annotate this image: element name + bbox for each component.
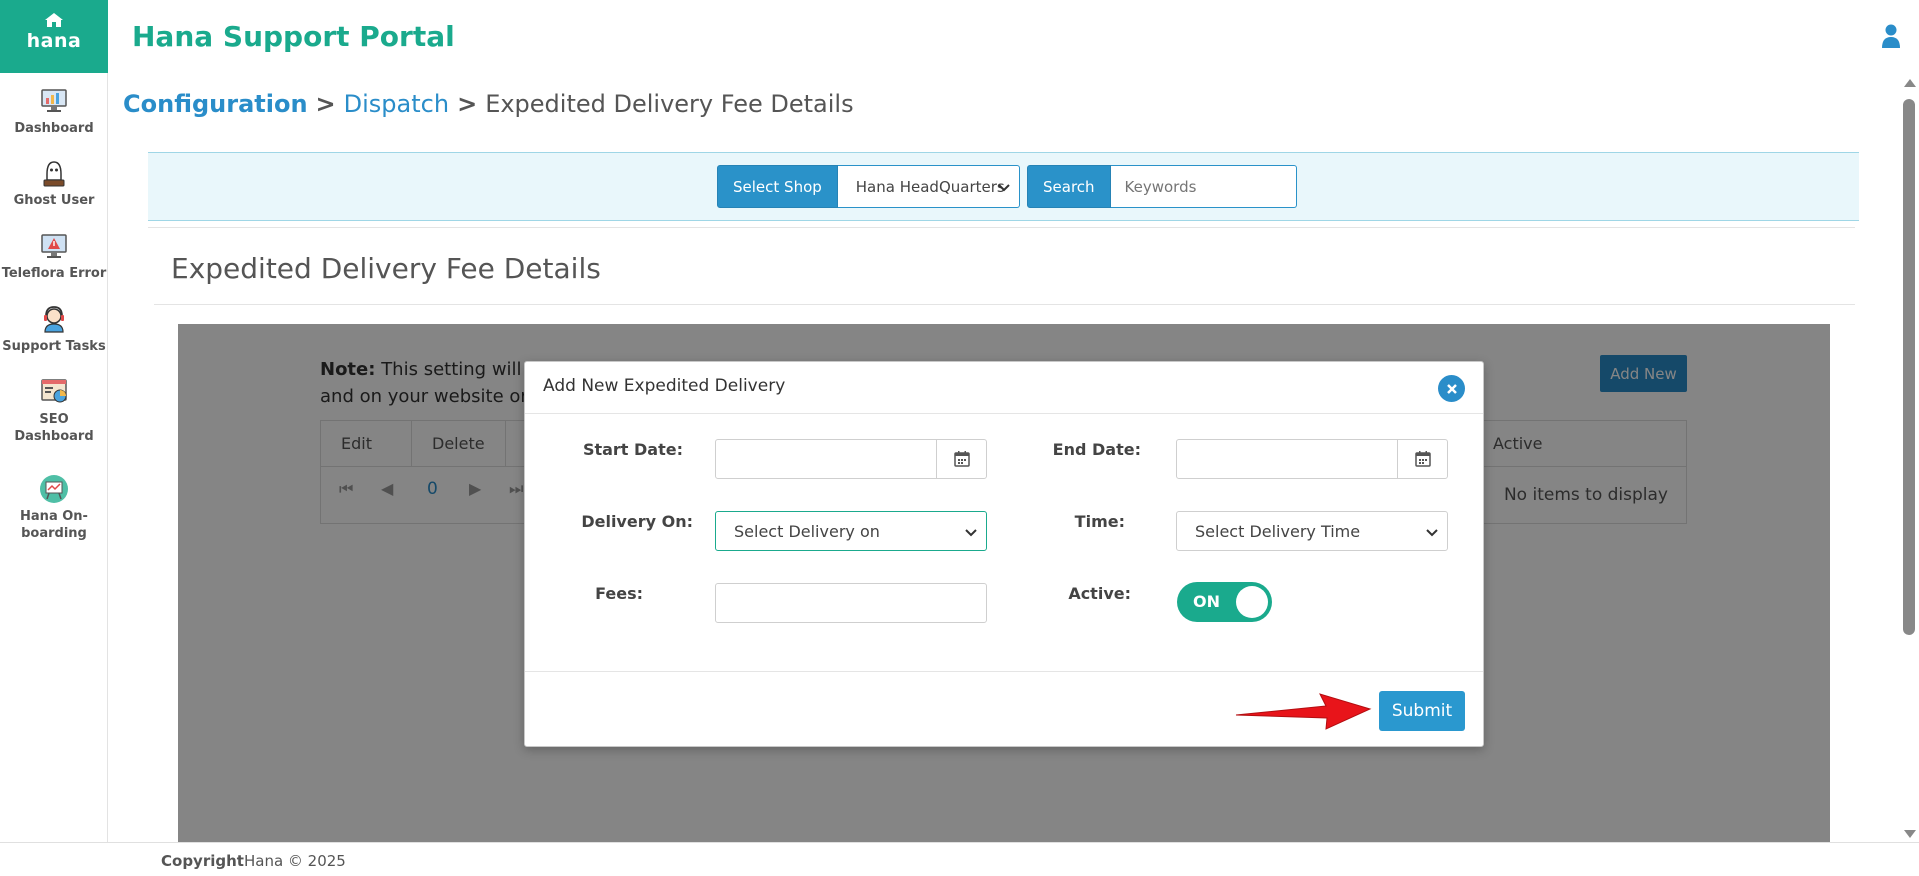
modal-header: Add New Expedited Delivery: [525, 362, 1483, 414]
breadcrumb-dispatch[interactable]: Dispatch: [344, 90, 449, 118]
portal-title: Hana Support Portal: [132, 20, 455, 53]
delivery-on-label: Delivery On:: [581, 512, 693, 531]
onboarding-board-icon: [40, 475, 68, 503]
breadcrumb-separator: >: [315, 90, 336, 118]
sidebar-item-teleflora-error[interactable]: Teleflora Error: [0, 231, 108, 282]
select-shop-label: Select Shop: [717, 165, 838, 208]
time-label: Time:: [1074, 512, 1125, 531]
copyright-value: Hana © 2025: [243, 852, 346, 870]
modal-title: Add New Expedited Delivery: [543, 376, 786, 396]
sidebar-item-label: Teleflora Error: [1, 266, 107, 281]
delivery-on-select[interactable]: Select Delivery on: [715, 511, 987, 551]
start-date-calendar-button[interactable]: [936, 440, 986, 478]
close-icon: [1446, 383, 1457, 394]
shop-select[interactable]: Hana HeadQuarters: [837, 165, 1020, 208]
calendar-icon: [1414, 451, 1431, 467]
footer: CopyrightHana © 2025: [0, 842, 1919, 876]
breadcrumb-configuration[interactable]: Configuration: [123, 90, 308, 118]
chevron-down-icon: [1426, 529, 1438, 537]
breadcrumb-current: Expedited Delivery Fee Details: [485, 90, 854, 118]
breadcrumb: Configuration > Dispatch > Expedited Deliver…: [123, 90, 854, 118]
search-input[interactable]: [1110, 165, 1297, 208]
sidebar: hana Dashboard Ghost User Teleflora Erro…: [0, 0, 108, 842]
divider: [154, 304, 1855, 305]
fees-label: Fees:: [595, 584, 643, 603]
delivery-time-select[interactable]: Select Delivery Time: [1176, 511, 1448, 551]
end-date-field[interactable]: [1176, 439, 1448, 479]
sidebar-item-label: Ghost User: [13, 193, 95, 208]
breadcrumb-separator: >: [457, 90, 478, 118]
chevron-down-icon: [965, 529, 977, 537]
scroll-down-arrow-icon[interactable]: [1904, 830, 1916, 838]
submit-button[interactable]: Submit: [1379, 691, 1465, 731]
close-button[interactable]: [1438, 375, 1465, 402]
sidebar-item-label: Support Tasks: [2, 339, 106, 354]
logo-text: hana: [26, 30, 82, 52]
start-date-field[interactable]: [715, 439, 987, 479]
support-agent-icon: [44, 306, 64, 333]
seo-dashboard-icon: [41, 379, 67, 403]
dashboard-monitor-icon: [41, 89, 67, 112]
shop-select-value: Hana HeadQuarters: [855, 177, 1005, 196]
error-monitor-icon: [41, 234, 67, 258]
sidebar-item-label: Hana On-boarding: [20, 509, 88, 541]
copyright-label: Copyright: [161, 852, 244, 870]
sidebar-item-label: Dashboard: [14, 121, 94, 136]
modal-footer-divider: [525, 671, 1483, 672]
calendar-icon: [953, 451, 970, 467]
section-title: Expedited Delivery Fee Details: [171, 252, 601, 285]
start-date-label: Start Date:: [582, 440, 683, 459]
filter-bar: Select Shop Hana HeadQuarters Search: [148, 152, 1859, 221]
search-label: Search: [1027, 165, 1111, 208]
end-date-calendar-button[interactable]: [1397, 440, 1447, 478]
sidebar-item-seo-dashboard[interactable]: SEO Dashboard: [0, 377, 108, 445]
sidebar-item-ghost-user[interactable]: Ghost User: [0, 158, 108, 209]
home-icon: [45, 13, 63, 27]
user-icon[interactable]: [1881, 24, 1901, 48]
active-toggle[interactable]: ON: [1177, 582, 1272, 622]
app-root: hana Dashboard Ghost User Teleflora Erro…: [0, 0, 1919, 876]
active-label: Active:: [1068, 584, 1131, 603]
search-group: Search: [1027, 165, 1297, 208]
toggle-knob: [1236, 586, 1268, 618]
scroll-up-arrow-icon[interactable]: [1904, 79, 1916, 87]
sidebar-item-label: SEO Dashboard: [14, 412, 94, 444]
header: Hana Support Portal: [108, 0, 1919, 73]
delivery-on-value: Select Delivery on: [734, 521, 880, 541]
shop-selector-group: Select Shop Hana HeadQuarters: [717, 165, 1020, 208]
logo[interactable]: hana: [0, 0, 108, 73]
toggle-state-text: ON: [1193, 592, 1220, 611]
copyright-text: CopyrightHana © 2025: [161, 852, 346, 870]
delivery-time-value: Select Delivery Time: [1195, 521, 1361, 541]
scroll-thumb[interactable]: [1903, 99, 1915, 635]
end-date-label: End Date:: [1052, 440, 1141, 459]
scrollbar[interactable]: [1900, 73, 1919, 842]
ghost-user-icon: [43, 161, 65, 187]
sidebar-item-support-tasks[interactable]: Support Tasks: [0, 304, 108, 355]
annotation-arrow-icon: [1235, 693, 1372, 730]
fees-input[interactable]: [715, 583, 987, 623]
sidebar-item-hana-onboarding[interactable]: Hana On-boarding: [0, 474, 108, 542]
sidebar-item-dashboard[interactable]: Dashboard: [0, 86, 108, 137]
divider: [148, 227, 1855, 228]
chevron-down-icon: [998, 184, 1010, 192]
